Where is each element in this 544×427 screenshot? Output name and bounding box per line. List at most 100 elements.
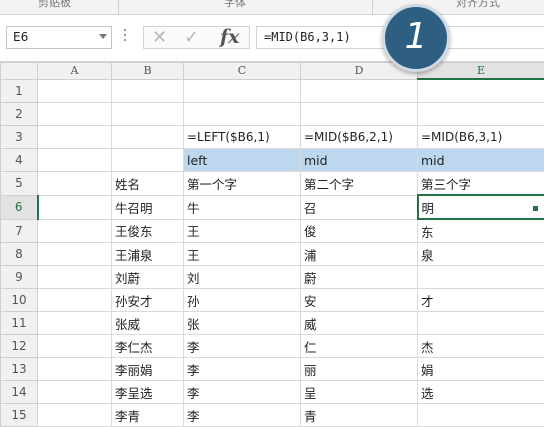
cell[interactable]: 青	[301, 404, 418, 427]
name-cell[interactable]: 孙安才	[112, 289, 184, 312]
row-header[interactable]: 1	[1, 79, 38, 103]
row-header[interactable]: 7	[1, 219, 38, 243]
column-title-cell[interactable]: 第二个字	[301, 172, 418, 196]
name-cell[interactable]: 王浦泉	[112, 243, 184, 266]
row-header[interactable]: 3	[1, 126, 38, 149]
enter-icon[interactable]: ✓	[184, 27, 199, 49]
cell[interactable]: 孙	[184, 289, 301, 312]
cell[interactable]: 丽	[301, 358, 418, 381]
formula-text-cell[interactable]: =LEFT($B6,1)	[184, 126, 301, 149]
cell[interactable]	[184, 103, 301, 126]
name-cell[interactable]: 王俊东	[112, 219, 184, 243]
cell[interactable]: 安	[301, 289, 418, 312]
column-title-cell[interactable]: 第一个字	[184, 172, 301, 196]
fill-handle[interactable]	[532, 205, 539, 212]
row-header[interactable]: 14	[1, 381, 38, 404]
cell[interactable]	[38, 219, 112, 243]
cell[interactable]: 王	[184, 219, 301, 243]
cell[interactable]: 李	[184, 335, 301, 358]
cell[interactable]: 李	[184, 381, 301, 404]
cell[interactable]	[418, 312, 544, 335]
cell[interactable]: 蔚	[301, 266, 418, 289]
cell[interactable]: 李	[184, 404, 301, 427]
cell[interactable]: 才	[418, 289, 544, 312]
row-header[interactable]: 8	[1, 243, 38, 266]
chevron-down-icon[interactable]	[99, 34, 107, 39]
name-box[interactable]: E6	[6, 26, 112, 49]
name-cell[interactable]: 牛召明	[112, 195, 184, 219]
insert-function-icon[interactable]: fx	[220, 26, 240, 48]
cell[interactable]: 张	[184, 312, 301, 335]
cell[interactable]	[38, 243, 112, 266]
cell[interactable]	[301, 79, 418, 103]
cancel-icon[interactable]: ✕	[152, 27, 167, 49]
row-header[interactable]: 13	[1, 358, 38, 381]
cell[interactable]	[38, 335, 112, 358]
cell[interactable]: 泉	[418, 243, 544, 266]
formula-text-cell[interactable]: =MID($B6,2,1)	[301, 126, 418, 149]
cell[interactable]: 李	[184, 358, 301, 381]
cell[interactable]: 刘	[184, 266, 301, 289]
function-label-cell[interactable]: mid	[301, 149, 418, 172]
cell[interactable]: 威	[301, 312, 418, 335]
column-title-cell[interactable]: 第三个字	[418, 172, 544, 196]
name-cell[interactable]: 李丽娟	[112, 358, 184, 381]
name-cell[interactable]: 李仁杰	[112, 335, 184, 358]
cell[interactable]	[38, 103, 112, 126]
name-cell[interactable]: 李呈选	[112, 381, 184, 404]
cell[interactable]	[38, 358, 112, 381]
cell[interactable]	[38, 381, 112, 404]
cell[interactable]: 仁	[301, 335, 418, 358]
row-header[interactable]: 15	[1, 404, 38, 427]
cell[interactable]	[112, 79, 184, 103]
column-header-c[interactable]: C	[184, 63, 301, 80]
cell[interactable]: 东	[418, 219, 544, 243]
cell[interactable]	[38, 289, 112, 312]
cell[interactable]: 召	[301, 195, 418, 219]
cell[interactable]	[184, 79, 301, 103]
cell[interactable]: 牛	[184, 195, 301, 219]
row-header-active[interactable]: 6	[1, 195, 38, 219]
cell[interactable]	[38, 126, 112, 149]
cell[interactable]	[38, 404, 112, 427]
function-label-cell[interactable]: mid	[418, 149, 544, 172]
select-all-corner[interactable]	[1, 63, 38, 80]
cell[interactable]	[38, 266, 112, 289]
cell[interactable]	[301, 103, 418, 126]
column-header-b[interactable]: B	[112, 63, 184, 80]
cell[interactable]: 王	[184, 243, 301, 266]
cell[interactable]	[418, 404, 544, 427]
cell[interactable]: 选	[418, 381, 544, 404]
column-header-a[interactable]: A	[38, 63, 112, 80]
function-label-cell[interactable]: left	[184, 149, 301, 172]
row-header[interactable]: 10	[1, 289, 38, 312]
cell[interactable]: 杰	[418, 335, 544, 358]
formula-text-cell[interactable]: =MID(B6,3,1)	[418, 126, 544, 149]
cell[interactable]	[38, 149, 112, 172]
cell[interactable]	[38, 172, 112, 196]
row-header[interactable]: 11	[1, 312, 38, 335]
selected-cell[interactable]: 明	[418, 195, 544, 219]
column-title-cell[interactable]: 姓名	[112, 172, 184, 196]
row-header[interactable]: 5	[1, 172, 38, 196]
cell[interactable]	[38, 195, 112, 219]
cell[interactable]	[112, 149, 184, 172]
cell[interactable]	[418, 79, 544, 103]
row-header[interactable]: 9	[1, 266, 38, 289]
cell[interactable]: 俊	[301, 219, 418, 243]
cell[interactable]	[38, 312, 112, 335]
drag-handle-icon[interactable]	[124, 29, 126, 45]
cell[interactable]	[38, 79, 112, 103]
row-header[interactable]: 12	[1, 335, 38, 358]
cell[interactable]	[418, 103, 544, 126]
cell[interactable]	[112, 103, 184, 126]
name-cell[interactable]: 李青	[112, 404, 184, 427]
name-cell[interactable]: 张威	[112, 312, 184, 335]
cell[interactable]	[418, 266, 544, 289]
row-header[interactable]: 2	[1, 103, 38, 126]
row-header[interactable]: 4	[1, 149, 38, 172]
cell[interactable]	[112, 126, 184, 149]
cell[interactable]: 娟	[418, 358, 544, 381]
name-cell[interactable]: 刘蔚	[112, 266, 184, 289]
cell[interactable]: 浦	[301, 243, 418, 266]
